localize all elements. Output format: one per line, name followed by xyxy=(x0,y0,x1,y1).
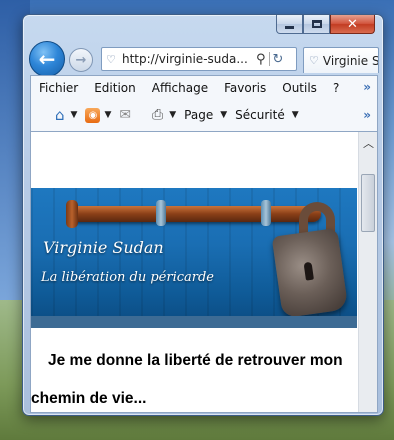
home-icon[interactable]: ⌂ xyxy=(55,106,65,124)
page-content: Virginie Sudan La libération du péricard… xyxy=(30,131,378,413)
lead-paragraph: Je me donne la liberté de retrouver mon … xyxy=(31,352,343,407)
menu-favoris[interactable]: Favoris xyxy=(224,81,266,95)
bolt-knob xyxy=(66,200,78,228)
menu-outils[interactable]: Outils xyxy=(282,81,317,95)
back-arrow-icon: ← xyxy=(38,47,56,71)
search-icon[interactable]: ⚲ xyxy=(256,52,266,67)
page-icon: ♡ xyxy=(106,52,116,66)
command-overflow-chevron-icon[interactable]: » xyxy=(363,108,371,122)
bolt-ring xyxy=(156,200,166,226)
vertical-scrollbar[interactable]: ︿ xyxy=(358,132,377,412)
security-dropdown-icon[interactable]: ▼ xyxy=(292,110,299,120)
padlock-icon xyxy=(271,227,349,319)
rss-dropdown-icon[interactable]: ▼ xyxy=(104,110,111,120)
banner-strip xyxy=(31,316,357,328)
command-bar: ⌂ ▼ ◉ ▼ ✉ ▼ ⎙ ▼ Page ▼ Sécurité ▼ » xyxy=(31,100,377,130)
home-dropdown-icon[interactable]: ▼ xyxy=(71,110,78,120)
browser-window: ✕ ← → ♡ http://virginie-suda... ⚲ ↻ ♡ Vi… xyxy=(22,14,384,416)
print-dropdown-icon[interactable]: ▼ xyxy=(169,110,176,120)
back-button[interactable]: ← xyxy=(29,41,65,77)
menu-overflow-chevron-icon[interactable]: » xyxy=(363,80,371,94)
rss-feed-icon[interactable]: ◉ xyxy=(85,107,101,123)
bolt-bar xyxy=(71,206,321,222)
close-icon: ✕ xyxy=(347,16,358,32)
navigation-row: ← → ♡ http://virginie-suda... ⚲ ↻ ♡ Virg… xyxy=(29,41,379,77)
menu-help[interactable]: ? xyxy=(333,81,339,95)
browser-toolbars: Fichier Edition Affichage Favoris Outils… xyxy=(30,75,378,131)
minimize-icon xyxy=(285,25,294,29)
forward-button[interactable]: → xyxy=(69,48,93,72)
mail-icon[interactable]: ✉ xyxy=(119,107,131,123)
header-banner-image: Virginie Sudan La libération du péricard… xyxy=(31,188,357,328)
caption-buttons: ✕ xyxy=(276,15,375,34)
maximize-icon xyxy=(311,20,322,28)
security-menu-button[interactable]: Sécurité xyxy=(235,108,285,122)
forward-arrow-icon: → xyxy=(75,52,87,68)
menu-bar: Fichier Edition Affichage Favoris Outils… xyxy=(31,76,377,99)
site-title: Virginie Sudan xyxy=(43,238,164,257)
refresh-icon[interactable]: ↻ xyxy=(273,52,284,67)
page-dropdown-icon[interactable]: ▼ xyxy=(220,110,227,120)
print-icon[interactable]: ⎙ xyxy=(152,107,163,123)
close-button[interactable]: ✕ xyxy=(330,15,375,34)
url-text[interactable]: http://virginie-suda... xyxy=(122,52,252,66)
scroll-up-chevron-icon[interactable]: ︿ xyxy=(359,134,377,152)
tab-page-icon: ♡ xyxy=(309,54,319,67)
site-subtitle: La libération du péricarde xyxy=(41,270,214,285)
menu-fichier[interactable]: Fichier xyxy=(39,81,78,95)
tab-virginie-sudan[interactable]: ♡ Virginie S xyxy=(303,47,379,73)
keyhole xyxy=(303,261,314,281)
tab-label: Virginie S xyxy=(322,53,379,68)
minimize-button[interactable] xyxy=(276,15,303,34)
menu-affichage[interactable]: Affichage xyxy=(152,81,208,95)
divider xyxy=(268,52,270,66)
address-bar[interactable]: ♡ http://virginie-suda... ⚲ ↻ xyxy=(101,47,297,71)
bolt-ring xyxy=(261,200,271,226)
menu-edition[interactable]: Edition xyxy=(94,81,136,95)
scroll-thumb[interactable] xyxy=(361,174,375,232)
maximize-button[interactable] xyxy=(303,15,330,34)
page-menu-button[interactable]: Page xyxy=(184,108,213,122)
